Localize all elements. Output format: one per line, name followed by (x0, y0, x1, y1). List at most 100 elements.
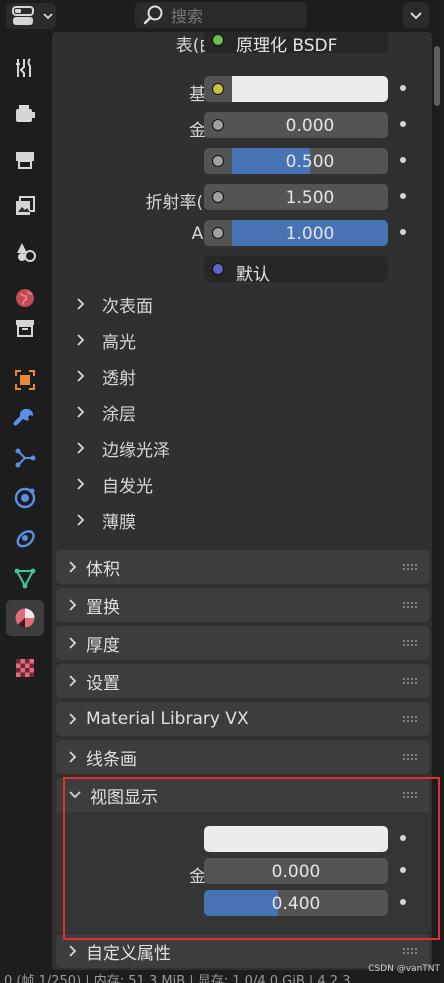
chevron-right-icon (77, 442, 85, 454)
property-row-base-color: 基础色 (52, 75, 432, 105)
section-thickness[interactable]: 厚度 (56, 626, 430, 660)
keyframe-dot[interactable] (400, 121, 406, 127)
subpanel-sheen[interactable]: 边缘光泽 (76, 433, 376, 463)
drag-handle-icon[interactable] (402, 947, 418, 955)
view-layer-icon (16, 196, 35, 215)
section-label: Material Library VX (86, 709, 249, 729)
tab-constraints[interactable] (6, 520, 44, 556)
keyframe-dot[interactable] (400, 835, 406, 841)
keyframe-dot[interactable] (400, 157, 406, 163)
section-volume[interactable]: 体积 (56, 550, 430, 584)
chevron-right-icon (69, 945, 77, 957)
drag-handle-icon[interactable] (402, 563, 418, 571)
subpanel-label: 薄膜 (102, 512, 136, 533)
subpanel-transmission[interactable]: 透射 (76, 361, 376, 391)
chevron-right-icon (77, 514, 85, 526)
subpanel-label: 高光 (102, 332, 136, 353)
drag-handle-icon[interactable] (402, 753, 418, 761)
world-icon (16, 289, 34, 307)
tab-data[interactable] (6, 560, 44, 596)
keyframe-dot[interactable] (400, 85, 406, 91)
slider-value: 0.000 (271, 862, 321, 882)
tab-view-layer[interactable] (6, 188, 44, 224)
property-row-alpha: Alpha 1.000 (52, 219, 432, 247)
header-bar: 搜索 (0, 0, 444, 32)
drag-handle-icon[interactable] (402, 639, 418, 647)
tab-physics[interactable] (6, 480, 44, 516)
ior-field[interactable]: 1.500 (204, 184, 388, 210)
output-icon (16, 152, 34, 169)
section-settings[interactable]: 设置 (56, 664, 430, 698)
subpanel-emission[interactable]: 自发光 (76, 469, 376, 499)
slider-value: 0.500 (285, 152, 335, 172)
field-value: 默认 (236, 265, 270, 282)
tab-material[interactable] (6, 600, 44, 636)
section-displacement[interactable]: 置换 (56, 588, 430, 622)
socket-icon (212, 83, 224, 95)
socket-icon (212, 34, 224, 46)
metallic-slider[interactable]: 0.000 (204, 112, 388, 138)
viewport-color-field[interactable] (204, 826, 388, 852)
tab-particles[interactable] (6, 440, 44, 476)
section-label: 设置 (86, 673, 120, 694)
subpanel-subsurface[interactable]: 次表面 (76, 289, 376, 319)
section-line-art[interactable]: 线条画 (56, 740, 430, 774)
search-input[interactable]: 搜索 (135, 2, 307, 28)
keyframe-dot[interactable] (400, 229, 406, 235)
drag-handle-icon[interactable] (402, 791, 418, 799)
scrollbar-thumb[interactable] (434, 46, 440, 106)
field-value: 1.500 (285, 188, 335, 208)
subpanel-coat[interactable]: 涂层 (76, 397, 376, 427)
vertex-data-icon (14, 568, 36, 589)
tab-texture[interactable] (6, 650, 44, 686)
drag-handle-icon[interactable] (402, 601, 418, 609)
keyframe-dot[interactable] (400, 899, 406, 905)
drag-handle-icon[interactable] (402, 677, 418, 685)
roughness-slider[interactable]: 0.500 (204, 148, 388, 174)
chevron-right-icon (69, 675, 77, 687)
material-icon (15, 608, 35, 628)
surface-shader-field[interactable]: 原理化 BSDF (204, 32, 388, 53)
subpanel-thin-film[interactable]: 薄膜 (76, 505, 376, 535)
tab-render[interactable] (6, 96, 44, 132)
chevron-right-icon (77, 370, 85, 382)
particles-icon (15, 448, 36, 468)
section-viewport-display[interactable]: 视图显示 (56, 778, 430, 812)
chevron-right-icon (77, 334, 85, 346)
subpanel-specular[interactable]: 高光 (76, 325, 376, 355)
tab-modifiers[interactable] (6, 400, 44, 436)
section-custom-properties[interactable]: 自定义属性 (56, 934, 430, 968)
editor-type-button[interactable] (6, 3, 56, 29)
vd-row-metallic: 金属度 0.000 (52, 857, 432, 887)
keyframe-dot[interactable] (400, 867, 406, 873)
subpanel-label: 透射 (102, 368, 136, 389)
tab-object[interactable] (6, 362, 44, 398)
chevron-right-icon (77, 298, 85, 310)
subpanel-label: 自发光 (102, 476, 153, 497)
base-color-field[interactable] (204, 76, 388, 102)
tab-collection[interactable] (6, 310, 44, 346)
viewport-metallic-slider[interactable]: 0.000 (204, 858, 388, 884)
viewport-roughness-slider[interactable]: 0.400 (204, 890, 388, 916)
drag-handle-icon[interactable] (402, 715, 418, 723)
normal-link-field[interactable]: 默认 (204, 256, 388, 282)
options-dropdown-button[interactable] (403, 2, 429, 28)
vd-row-color: 颜色 (52, 825, 432, 855)
property-row-roughness: 糙度 0.500 (52, 147, 432, 177)
scrollbar[interactable] (434, 32, 440, 970)
section-label: 线条画 (86, 749, 137, 770)
properties-tabs (0, 32, 48, 970)
editor-type-icon (12, 6, 34, 25)
section-material-library-vx[interactable]: Material Library VX (56, 702, 430, 736)
slider-value: 1.000 (285, 224, 335, 244)
keyframe-dot[interactable] (400, 193, 406, 199)
search-icon (143, 5, 163, 25)
property-row-normal: 法向 默认 (52, 255, 432, 285)
constraints-icon (16, 530, 35, 548)
tab-scene[interactable] (6, 234, 44, 270)
collection-icon (16, 320, 34, 337)
alpha-slider[interactable]: 1.000 (204, 220, 388, 246)
tab-tool[interactable] (6, 50, 44, 86)
property-row-ior: 折射率(IOR) 1.500 (52, 183, 432, 213)
tab-output[interactable] (6, 142, 44, 178)
